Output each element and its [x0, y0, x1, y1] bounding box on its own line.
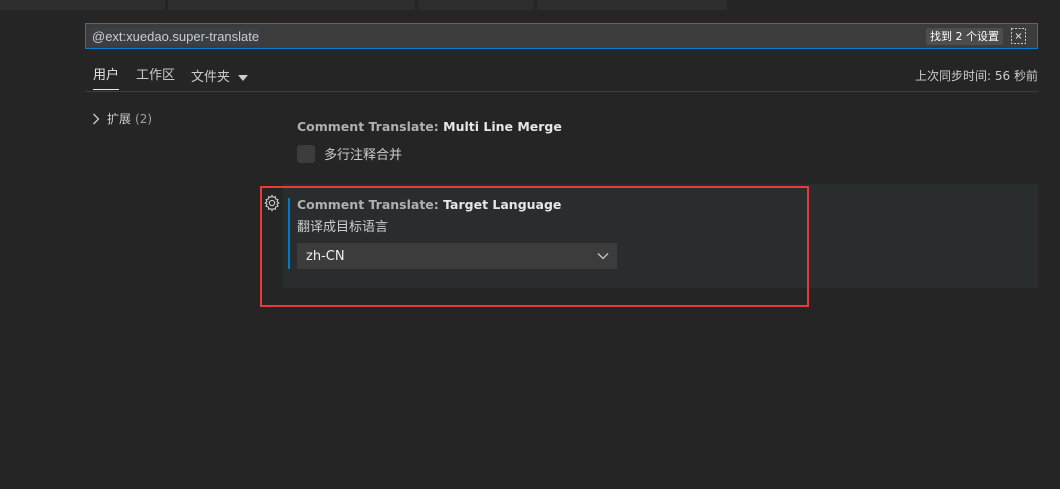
search-result-count: 找到 2 个设置	[926, 28, 1003, 45]
tab-folder-label: 文件夹	[191, 70, 231, 85]
tab-strip-segment	[537, 0, 727, 10]
tab-strip-segment	[418, 0, 534, 10]
top-tab-strip	[0, 0, 1060, 10]
annotation-highlight-box	[260, 186, 809, 307]
clear-filter-icon[interactable]	[1010, 27, 1027, 45]
search-input[interactable]: @ext:xuedao.super-translate	[91, 27, 261, 45]
setting-description: 多行注释合并	[324, 148, 403, 163]
chevron-right-icon	[93, 113, 100, 124]
settings-search-box[interactable]: @ext:xuedao.super-translate 找到 2 个设置	[85, 23, 1038, 49]
tab-workspace[interactable]: 工作区	[136, 66, 175, 90]
tab-strip-segment	[168, 0, 415, 10]
tab-user[interactable]: 用户	[93, 66, 120, 90]
tree-item-count: (2)	[135, 111, 153, 126]
multi-line-merge-checkbox[interactable]	[297, 144, 315, 163]
setting-category: Comment Translate:	[297, 119, 444, 134]
caret-down-icon	[238, 75, 249, 81]
settings-scope-tabs: 用户 工作区 文件夹 上次同步时间: 56 秒前	[85, 62, 1038, 92]
setting-multi-line-merge: Comment Translate: Multi Line Merge 多行注释…	[297, 119, 562, 163]
setting-name: Multi Line Merge	[443, 119, 562, 134]
tree-item-extensions[interactable]: 扩展 (2)	[92, 110, 152, 127]
setting-title: Comment Translate: Multi Line Merge	[297, 119, 562, 134]
tab-strip-segment	[0, 0, 165, 10]
setting-checkbox-row: 多行注释合并	[297, 144, 562, 163]
sync-status: 上次同步时间: 56 秒前	[915, 69, 1038, 83]
tree-item-label: 扩展	[107, 112, 132, 126]
tab-folder[interactable]: 文件夹	[191, 66, 249, 90]
